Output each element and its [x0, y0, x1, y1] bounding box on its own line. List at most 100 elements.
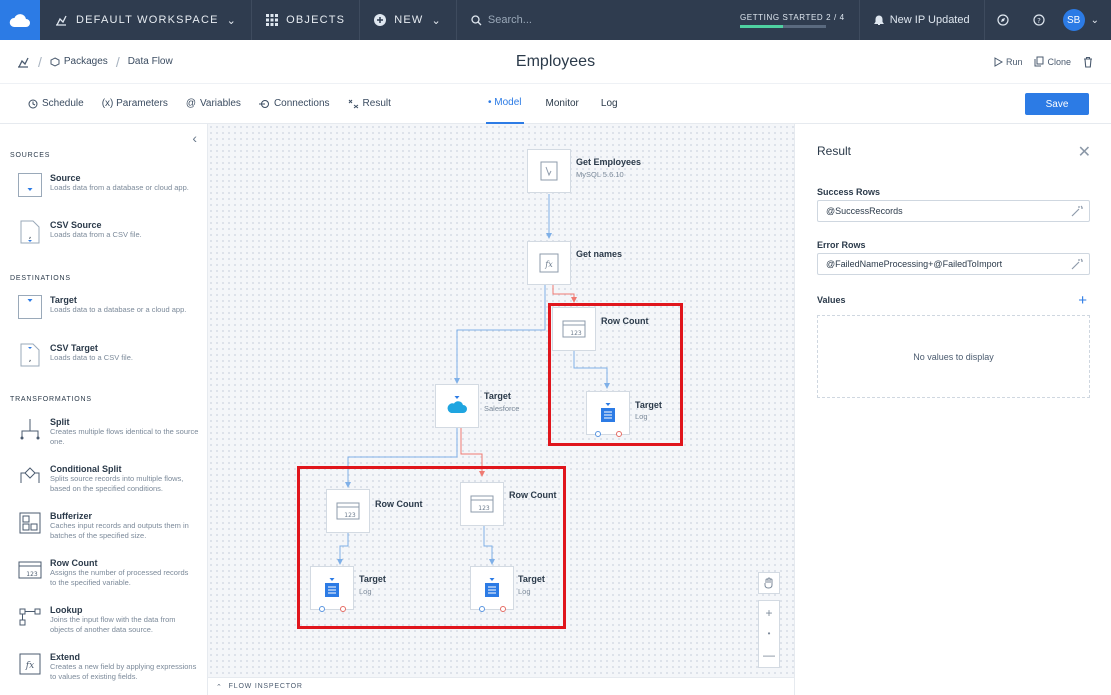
node-target-log[interactable] [310, 566, 354, 612]
node-row-count[interactable]: 123 [326, 489, 370, 533]
component-desc: Loads data from a database or cloud app. [50, 183, 189, 192]
tab-parameters-label: (x) Parameters [101, 98, 168, 109]
success-rows-field[interactable]: @SuccessRecords [817, 200, 1090, 222]
objects-menu[interactable]: OBJECTS [252, 0, 359, 40]
tab-connections[interactable]: Connections [258, 98, 330, 109]
node-sub: MySQL 5.6.10 [576, 170, 624, 179]
component-lookup[interactable]: Lookup Joins the input flow with the data… [0, 605, 207, 635]
notification[interactable]: New IP Updated [860, 14, 984, 26]
node-get-employees[interactable] [527, 149, 571, 193]
component-row-count[interactable]: 123 Row Count Assigns the number of proce… [0, 558, 200, 588]
component-csv-target[interactable]: , CSV Target Loads data to a CSV file. [0, 343, 143, 367]
app-logo[interactable] [0, 0, 40, 40]
svg-text:,: , [29, 354, 32, 364]
clock-icon [28, 99, 38, 108]
node-sub: Salesforce [484, 404, 520, 413]
component-name: Source [50, 173, 81, 183]
log-icon [325, 578, 339, 597]
save-button[interactable]: Save [1025, 93, 1089, 115]
csv-source-icon: , [18, 220, 42, 244]
component-name: Extend [50, 652, 81, 662]
node-row-count[interactable]: 123 [552, 307, 596, 351]
clone-label: Clone [1047, 56, 1071, 67]
result-panel: Result ✕ Success Rows @SuccessRecords Er… [794, 124, 1111, 695]
split-icon [18, 417, 42, 441]
tab-model[interactable]: • Model [486, 84, 524, 124]
search-input[interactable] [487, 14, 668, 26]
notification-label: New IP Updated [889, 14, 970, 26]
compass-button[interactable] [985, 14, 1021, 26]
breadcrumb-dataflow[interactable]: Data Flow [128, 56, 173, 67]
run-button[interactable]: Run [994, 57, 1022, 67]
zoom-level-dot: • [767, 629, 771, 639]
zoom-out-button[interactable]: — [763, 648, 775, 662]
close-icon[interactable]: ✕ [1078, 142, 1091, 162]
add-value-icon[interactable]: + [1078, 292, 1087, 309]
function-icon: fx [18, 652, 42, 676]
breadcrumb-separator: / [115, 53, 120, 70]
svg-text:,: , [29, 231, 32, 241]
node-target-log[interactable] [470, 566, 514, 612]
node-label: Target [484, 391, 511, 401]
node-row-count[interactable]: 123 [460, 482, 504, 526]
component-conditional-split[interactable]: Conditional Split Splits source records i… [0, 464, 207, 494]
breadcrumb-packages[interactable]: Packages [50, 56, 108, 67]
getting-started-progress [739, 24, 826, 28]
compass-icon [997, 14, 1009, 26]
magic-wand-icon[interactable] [1071, 258, 1083, 270]
workspace-selector[interactable]: DEFAULT WORKSPACE ⌄ [40, 0, 251, 40]
tab-result-label: Result [362, 98, 391, 109]
magic-wand-icon[interactable] [1071, 205, 1083, 217]
panel-title: Result [817, 144, 852, 158]
workspace-label: DEFAULT WORKSPACE [76, 14, 219, 26]
tab-model-label: Model [494, 97, 522, 108]
node-sub: Log [359, 587, 372, 596]
getting-started[interactable]: GETTING STARTED 2 / 4 [726, 13, 859, 28]
error-rows-field[interactable]: @FailedNameProcessing+@FailedToImport [817, 253, 1090, 275]
tab-monitor[interactable]: Monitor [546, 98, 579, 109]
wire-error [552, 285, 577, 303]
error-rows-value: @FailedNameProcessing+@FailedToImport [826, 259, 1003, 269]
tab-parameters[interactable]: (x) Parameters [102, 98, 168, 109]
component-source[interactable]: Source Loads data from a database or clou… [0, 173, 200, 197]
flow-inspector-toggle[interactable]: ⌃ FLOW INSPECTOR [208, 677, 794, 695]
node-sub: Log [635, 412, 648, 421]
copy-icon [1034, 56, 1044, 67]
flow-canvas[interactable]: Get Employees MySQL 5.6.10 fx Get names … [208, 124, 794, 695]
component-split[interactable]: Split Creates multiple flows identical to… [0, 417, 207, 447]
node-target-log[interactable] [586, 391, 630, 437]
component-extend[interactable]: fx Extend Creates a new field by applying… [0, 652, 207, 682]
getting-started-progress-fill [739, 24, 783, 28]
pan-button[interactable] [758, 572, 780, 594]
avatar[interactable]: SB [1062, 9, 1085, 31]
component-target[interactable]: Target Loads data to a database or a clou… [0, 295, 207, 319]
component-bufferizer[interactable]: Bufferizer Caches input records and outpu… [0, 511, 207, 541]
error-rows-label: Error Rows [817, 240, 866, 250]
node-get-names[interactable]: fx [527, 241, 571, 285]
tab-log[interactable]: Log [601, 98, 618, 109]
chevron-down-icon[interactable]: ⌄ [1085, 15, 1111, 26]
result-icon [348, 99, 358, 108]
delete-button[interactable] [1083, 56, 1093, 68]
tab-schedule[interactable]: Schedule [28, 98, 84, 109]
workspace-icon[interactable] [16, 55, 30, 69]
tab-result[interactable]: Result [348, 98, 391, 109]
package-icon [50, 56, 60, 67]
search-box [457, 14, 682, 26]
help-button[interactable]: ? [1021, 14, 1057, 26]
zoom-in-button[interactable]: + [765, 606, 772, 620]
values-empty-message: No values to display [913, 351, 994, 362]
flow-inspector-label: FLOW INSPECTOR [228, 683, 303, 690]
new-menu[interactable]: NEW ⌄ [360, 0, 456, 40]
chevron-left-icon[interactable]: ‹ [192, 130, 197, 146]
row-count-icon: 123 [470, 495, 494, 513]
clone-button[interactable]: Clone [1034, 56, 1071, 67]
search-icon [471, 14, 482, 25]
chevron-down-icon: ⌄ [431, 14, 442, 27]
cloud-icon [9, 14, 30, 27]
success-rows-value: @SuccessRecords [826, 206, 903, 216]
objects-label: OBJECTS [286, 14, 346, 26]
tab-variables[interactable]: @ Variables [186, 98, 241, 109]
component-csv-source[interactable]: , CSV Source Loads data from a CSV file. [0, 220, 152, 244]
node-target-salesforce[interactable] [435, 384, 479, 428]
